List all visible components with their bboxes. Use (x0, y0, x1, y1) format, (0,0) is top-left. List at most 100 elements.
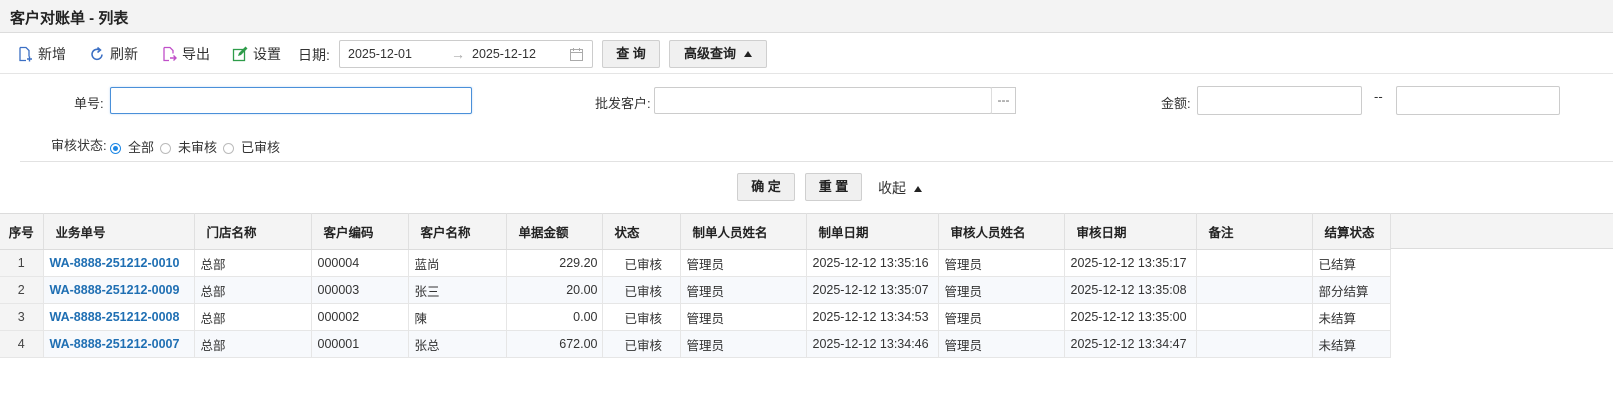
settings-label: 设置 (253, 46, 281, 62)
date-label: 日期: (298, 47, 330, 63)
column-header[interactable]: 结算状态 (1312, 213, 1391, 250)
column-header[interactable]: 审核日期 (1064, 213, 1197, 250)
customer-code-cell: 000002 (311, 303, 409, 331)
settings-button[interactable]: 设置 (232, 44, 281, 64)
column-header[interactable]: 制单人员姓名 (680, 213, 807, 250)
customer-input[interactable] (654, 87, 992, 114)
status-cell: 已审核 (602, 303, 681, 331)
status-cell: 已审核 (602, 249, 681, 277)
amount-cell: 229.20 (506, 249, 603, 277)
order-no-link[interactable]: WA-8888-251212-0008 (43, 303, 195, 331)
title-bar: 客户对账单 - 列表 (0, 0, 1613, 33)
reset-button[interactable]: 重 置 (805, 173, 862, 201)
arrow-right-icon: → (451, 46, 465, 62)
audit-radio-unaudited[interactable]: 未审核 (160, 137, 218, 155)
table-row[interactable]: 1 WA-8888-251212-0010 总部 000004 蓝尚 229.2… (0, 249, 1391, 277)
column-header[interactable]: 状态 (602, 213, 681, 250)
customer-code-cell: 000001 (311, 330, 409, 358)
advanced-query-label: 高级查询 (683, 46, 736, 61)
audit-date-cell: 2025-12-12 13:34:47 (1064, 330, 1197, 358)
collapse-label: 收起 (878, 180, 906, 196)
query-button[interactable]: 查 询 (602, 40, 660, 68)
date-from[interactable]: 2025-12-01 (348, 47, 412, 61)
column-header[interactable]: 审核人员姓名 (938, 213, 1065, 250)
date-range-picker[interactable]: 2025-12-01 → 2025-12-12 (339, 40, 593, 68)
settle-status-cell: 部分结算 (1312, 276, 1391, 304)
add-document-icon (19, 46, 32, 62)
audit-option-unaudited-label: 未审核 (178, 140, 218, 155)
note-cell (1196, 303, 1313, 331)
customer-picker-button[interactable]: --- (991, 87, 1016, 114)
store-cell: 总部 (194, 249, 312, 277)
radio-unchecked-icon (160, 143, 171, 154)
store-cell: 总部 (194, 330, 312, 358)
order-no-link[interactable]: WA-8888-251212-0007 (43, 330, 195, 358)
amount-label: 金额: (1161, 96, 1191, 111)
column-header[interactable]: 客户编码 (311, 213, 409, 250)
radio-checked-icon (110, 143, 121, 154)
collapse-button[interactable]: 收起 (878, 178, 922, 198)
amount-cell: 672.00 (506, 330, 603, 358)
row-index: 3 (0, 303, 44, 331)
auditor-cell: 管理员 (938, 330, 1065, 358)
column-header[interactable]: 门店名称 (194, 213, 312, 250)
export-button[interactable]: 导出 (161, 44, 210, 64)
row-index: 4 (0, 330, 44, 358)
column-header[interactable]: 制单日期 (806, 213, 939, 250)
add-button[interactable]: 新增 (17, 44, 66, 64)
made-date-cell: 2025-12-12 13:34:46 (806, 330, 939, 358)
store-cell: 总部 (194, 276, 312, 304)
export-label: 导出 (182, 46, 210, 62)
date-to[interactable]: 2025-12-12 (472, 47, 536, 61)
order-no-link[interactable]: WA-8888-251212-0010 (43, 249, 195, 277)
export-icon (163, 46, 177, 62)
settle-status-cell: 未结算 (1312, 330, 1391, 358)
column-header[interactable]: 单据金额 (506, 213, 603, 250)
customer-code-cell: 000003 (311, 276, 409, 304)
edit-icon (232, 46, 248, 62)
row-index: 2 (0, 276, 44, 304)
amount-to-input[interactable] (1396, 86, 1560, 115)
settle-status-cell: 未结算 (1312, 303, 1391, 331)
audit-option-all-label: 全部 (128, 140, 155, 155)
audit-radio-all[interactable]: 全部 (110, 137, 155, 155)
radio-unchecked-icon (223, 143, 234, 154)
customer-name-cell: 陳 (408, 303, 507, 331)
audit-option-audited-label: 已审核 (241, 140, 281, 155)
audit-radio-audited[interactable]: 已审核 (223, 137, 281, 155)
calendar-icon[interactable] (570, 48, 583, 61)
table-row[interactable]: 4 WA-8888-251212-0007 总部 000001 张总 672.0… (0, 330, 1391, 358)
refresh-icon (91, 46, 103, 61)
confirm-button[interactable]: 确 定 (737, 173, 795, 201)
order-no-input[interactable] (110, 87, 472, 114)
refresh-button[interactable]: 刷新 (89, 44, 138, 64)
page-title: 客户对账单 - 列表 (10, 10, 129, 27)
customer-code-cell: 000004 (311, 249, 409, 277)
audit-status-label: 审核状态: (51, 138, 107, 153)
add-label: 新增 (38, 46, 66, 62)
column-header[interactable]: 备注 (1196, 213, 1313, 250)
maker-cell: 管理员 (680, 276, 807, 304)
note-cell (1196, 330, 1313, 358)
table-header-filler (1389, 213, 1613, 249)
table-row[interactable]: 2 WA-8888-251212-0009 总部 000003 张三 20.00… (0, 276, 1391, 304)
status-cell: 已审核 (602, 276, 681, 304)
status-cell: 已审核 (602, 330, 681, 358)
store-cell: 总部 (194, 303, 312, 331)
settle-status-cell: 已结算 (1312, 249, 1391, 277)
column-header[interactable]: 客户名称 (408, 213, 507, 250)
amount-from-input[interactable] (1197, 86, 1362, 115)
order-no-link[interactable]: WA-8888-251212-0009 (43, 276, 195, 304)
amount-separator: -- (1374, 89, 1383, 104)
made-date-cell: 2025-12-12 13:34:53 (806, 303, 939, 331)
customer-name-cell: 张总 (408, 330, 507, 358)
table-row[interactable]: 3 WA-8888-251212-0008 总部 000002 陳 0.00 已… (0, 303, 1391, 331)
column-header[interactable]: 业务单号 (43, 213, 195, 250)
divider (20, 161, 1613, 162)
customer-name-cell: 张三 (408, 276, 507, 304)
advanced-query-button[interactable]: 高级查询 (669, 40, 767, 68)
column-header[interactable]: 序号 (0, 213, 44, 250)
table-header-row: 序号 业务单号 门店名称 客户编码 客户名称 单据金额 状态 制单人员姓名 制单… (0, 213, 1391, 250)
auditor-cell: 管理员 (938, 276, 1065, 304)
maker-cell: 管理员 (680, 330, 807, 358)
